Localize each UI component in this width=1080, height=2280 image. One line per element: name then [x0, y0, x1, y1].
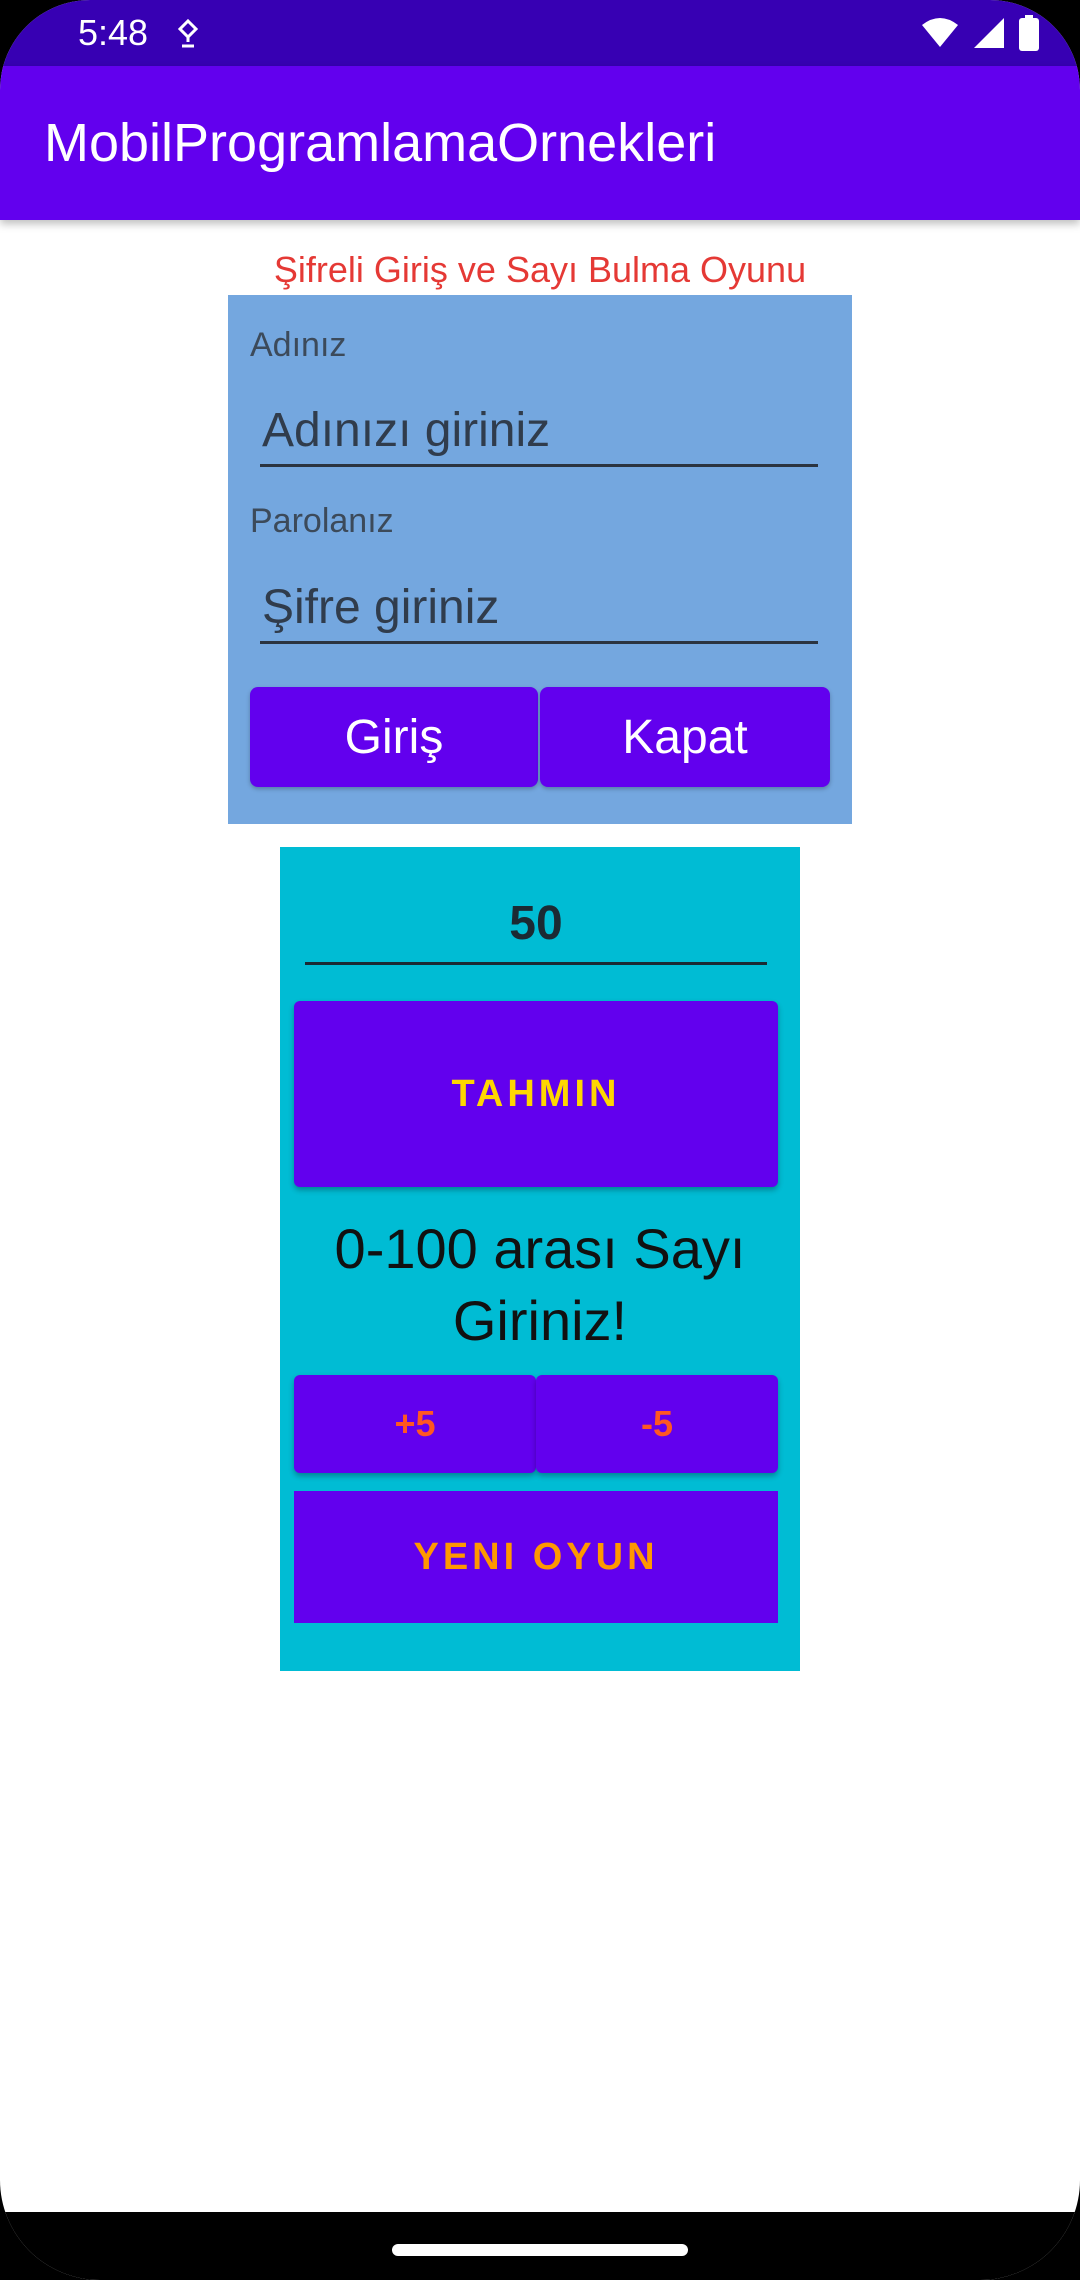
game-panel: TAHMIN 0-100 arası Sayı Giriniz! +5 -5 Y… — [280, 847, 800, 1671]
password-label: Parolanız — [250, 502, 394, 540]
battery-icon — [1019, 15, 1039, 51]
status-bar: 5:48 — [0, 0, 1080, 66]
location-icon — [177, 18, 199, 48]
name-label: Adınız — [250, 326, 347, 364]
login-button[interactable]: Giriş — [250, 687, 538, 787]
plus-five-button[interactable]: +5 — [294, 1375, 536, 1473]
minus-five-button[interactable]: -5 — [536, 1375, 778, 1473]
guess-input[interactable] — [305, 885, 767, 965]
home-indicator[interactable] — [392, 2244, 688, 2256]
signal-icon — [974, 18, 1004, 48]
login-panel: Adınız Parolanız Giriş Kapat — [228, 295, 852, 824]
page-heading: Şifreli Giriş ve Sayı Bulma Oyunu — [273, 249, 807, 290]
wifi-icon — [922, 18, 958, 47]
game-message: 0-100 arası Sayı Giriniz! — [334, 1217, 746, 1352]
phone-screen: 5:48 MobilProgramlamaOrnekleri Şifreli G… — [0, 0, 1080, 2280]
status-time: 5:48 — [78, 12, 149, 53]
app-title: MobilProgramlamaOrnekleri — [44, 113, 717, 173]
status-icons — [920, 14, 1040, 52]
guess-button[interactable]: TAHMIN — [294, 1001, 778, 1187]
navigation-bar — [0, 2212, 1080, 2280]
close-button[interactable]: Kapat — [540, 687, 830, 787]
app-bar: MobilProgramlamaOrnekleri — [0, 66, 1080, 220]
new-game-button[interactable]: YENI OYUN — [294, 1491, 778, 1623]
password-input[interactable] — [260, 574, 818, 644]
name-input[interactable] — [260, 397, 818, 467]
